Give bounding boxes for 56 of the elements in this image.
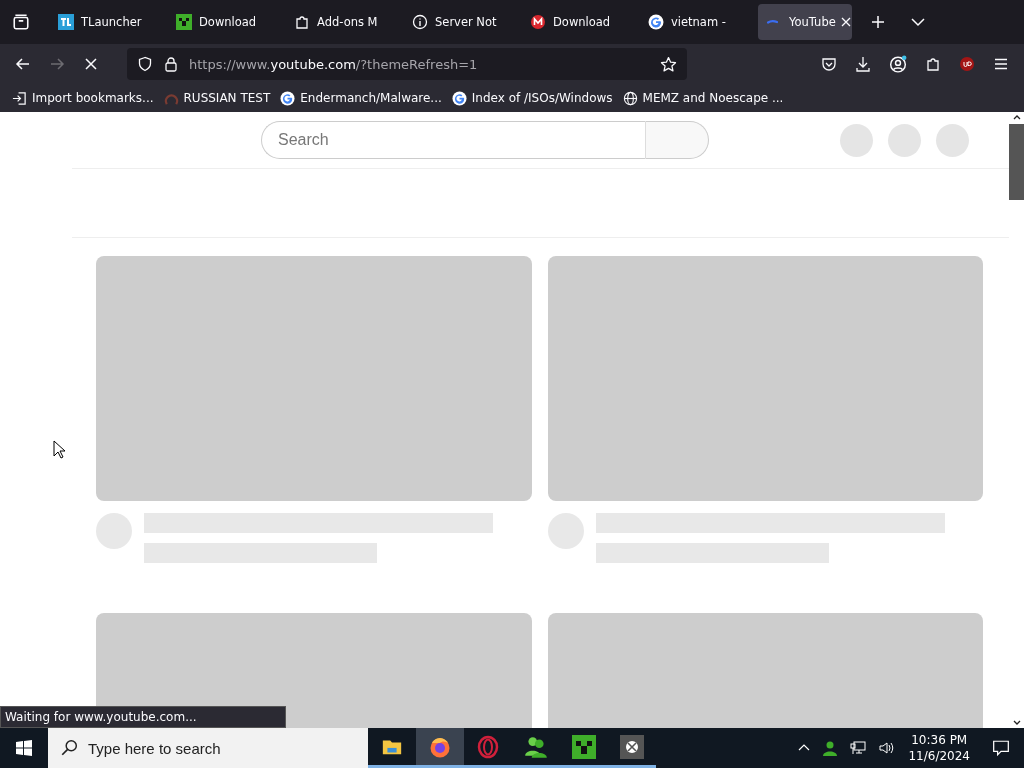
shield-badge-icon[interactable] [959, 56, 975, 72]
close-icon[interactable] [840, 17, 851, 27]
shield-icon [137, 56, 153, 72]
bookmark[interactable]: Index of /ISOs/Windows [451, 90, 613, 106]
google-icon [648, 14, 664, 30]
menu-icon[interactable] [993, 56, 1009, 72]
google-icon [280, 90, 296, 106]
creeper-icon [176, 14, 192, 30]
download-icon[interactable] [855, 56, 871, 72]
browser-tab[interactable]: YouTube [758, 4, 852, 40]
bookmark[interactable]: Endermanch/Malware... [280, 90, 442, 106]
opera-icon [476, 734, 500, 759]
avatar-placeholder [936, 123, 969, 157]
star-icon[interactable] [660, 55, 677, 73]
status-text: Waiting for www.youtube.com... [0, 706, 286, 728]
avatar-placeholder [840, 123, 873, 157]
browser-tab[interactable]: Download [168, 4, 270, 40]
browser-tab[interactable]: Download [522, 4, 624, 40]
import-icon [12, 90, 27, 106]
creeper-icon [572, 734, 596, 759]
taskbar-search-field[interactable]: Type here to search [48, 728, 368, 768]
scrollbar-thumb[interactable] [1009, 124, 1024, 200]
forward-icon[interactable] [49, 56, 65, 72]
mega-icon [530, 14, 546, 30]
search-field[interactable]: Search [261, 121, 645, 159]
launcher-icon [58, 14, 74, 30]
search-icon [60, 739, 78, 757]
pocket-icon[interactable] [821, 56, 837, 72]
notification-icon[interactable] [992, 739, 1010, 757]
address-bar[interactable]: https://www.youtube.com/?themeRefresh=1 [127, 48, 687, 80]
back-icon[interactable] [15, 56, 31, 72]
cursor-icon [53, 440, 65, 460]
browser-tab[interactable]: vietnam - [640, 4, 742, 40]
windows-icon[interactable] [16, 740, 32, 756]
xbox-icon [620, 734, 644, 759]
info-icon [412, 14, 428, 30]
bookmark[interactable]: RUSSIAN TEST [163, 90, 271, 106]
network-icon[interactable] [850, 740, 867, 756]
browser-tab[interactable]: TLauncher [50, 4, 152, 40]
avatar-placeholder [888, 123, 921, 157]
browser-tab[interactable]: Server Not [404, 4, 506, 40]
person-icon[interactable] [822, 740, 839, 756]
globe-icon [622, 90, 638, 106]
bookmark[interactable]: Import bookmarks... [12, 90, 154, 106]
new-tab-icon[interactable] [870, 14, 886, 30]
browser-tab[interactable]: Add-ons M [286, 4, 388, 40]
bookmark[interactable]: MEMZ and Noescape ... [622, 90, 784, 106]
puzzle-icon[interactable] [925, 56, 941, 72]
account-icon[interactable] [889, 55, 907, 73]
clock[interactable]: 10:36 PM 11/6/2024 [908, 733, 970, 763]
volume-icon[interactable] [878, 740, 895, 756]
tab-list-icon[interactable] [12, 13, 30, 31]
lock-icon [163, 56, 179, 72]
google-icon [451, 90, 467, 106]
puzzle-icon [294, 14, 310, 30]
stop-icon[interactable] [83, 56, 99, 72]
